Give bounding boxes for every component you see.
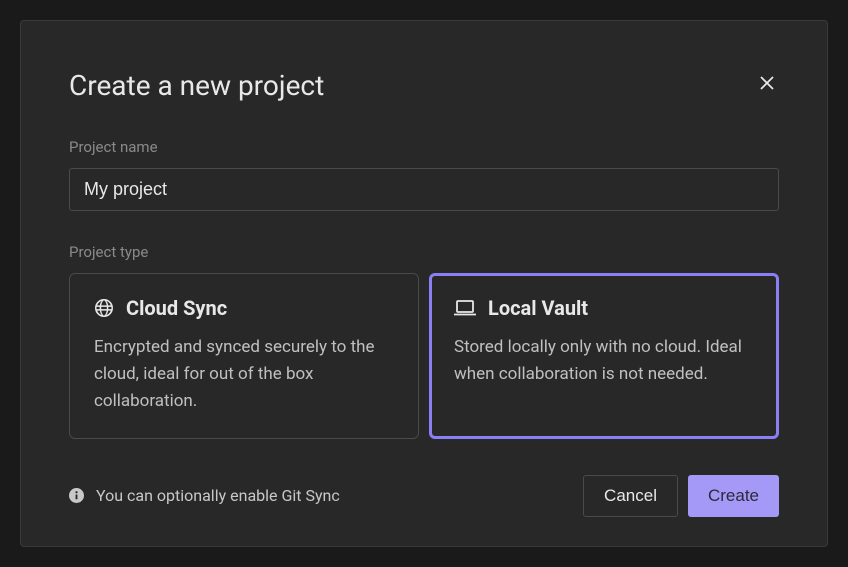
type-description: Stored locally only with no cloud. Ideal…	[454, 334, 754, 388]
close-button[interactable]	[755, 74, 779, 98]
close-icon	[759, 74, 775, 97]
hint-text: You can optionally enable Git Sync	[96, 486, 340, 505]
type-card-header: Cloud Sync	[94, 296, 394, 320]
project-type-label: Project type	[69, 243, 779, 261]
cancel-button[interactable]: Cancel	[583, 475, 678, 517]
create-project-dialog: Create a new project Project name Projec…	[20, 20, 828, 547]
dialog-actions: Cancel Create	[583, 475, 779, 517]
project-name-label: Project name	[69, 138, 779, 156]
type-card-local-vault[interactable]: Local Vault Stored locally only with no …	[429, 273, 779, 439]
dialog-title: Create a new project	[69, 69, 324, 102]
dialog-header: Create a new project	[69, 69, 779, 102]
project-name-input[interactable]	[69, 168, 779, 211]
type-title: Local Vault	[488, 296, 588, 320]
type-title: Cloud Sync	[126, 296, 227, 320]
git-sync-hint: You can optionally enable Git Sync	[69, 486, 340, 505]
laptop-icon	[454, 299, 476, 317]
dialog-footer: You can optionally enable Git Sync Cance…	[69, 475, 779, 517]
globe-icon	[94, 298, 114, 318]
project-type-options: Cloud Sync Encrypted and synced securely…	[69, 273, 779, 439]
type-description: Encrypted and synced securely to the clo…	[94, 334, 394, 416]
type-card-cloud-sync[interactable]: Cloud Sync Encrypted and synced securely…	[69, 273, 419, 439]
info-icon	[69, 488, 84, 503]
create-button[interactable]: Create	[688, 475, 779, 517]
type-card-header: Local Vault	[454, 296, 754, 320]
